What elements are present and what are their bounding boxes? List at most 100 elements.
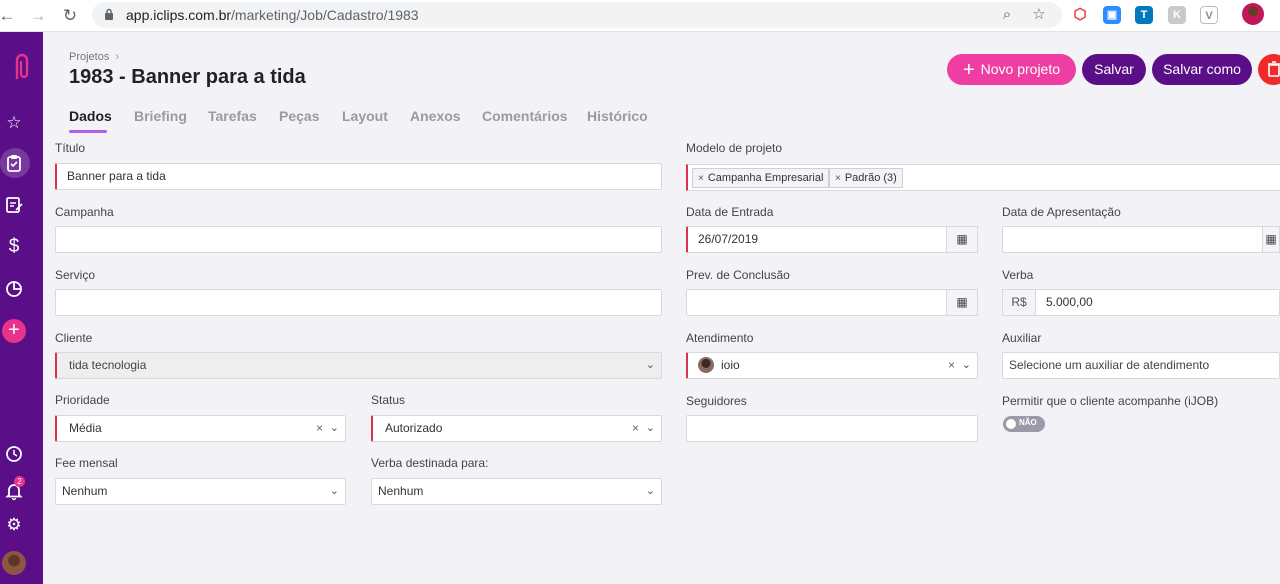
delete-button[interactable] [1258,54,1280,85]
fee-mensal-value: Nenhum [62,484,108,498]
tab-layout[interactable]: Layout [342,108,388,124]
iclips-logo[interactable] [7,52,35,82]
pie-chart-icon[interactable] [4,279,24,299]
bookmark-star-icon[interactable]: ☆ [1030,6,1048,24]
chevron-down-icon: ⌄ [961,359,971,371]
edit-icon[interactable] [4,195,24,215]
verba-label: Verba [1002,268,1034,282]
user-avatar [698,357,714,373]
calendar-icon[interactable]: ▦ [946,226,978,253]
data-apresentacao-input[interactable] [1002,226,1263,253]
toggle-label: NÃO [1019,418,1037,427]
tab-historico[interactable]: Histórico [587,108,648,124]
add-icon[interactable]: + [2,319,26,343]
data-entrada-label: Data de Entrada [686,205,774,219]
seguidores-input[interactable] [686,415,978,442]
toggle-knob [1006,419,1016,429]
modelo-label: Modelo de projeto [686,141,783,155]
shield-extension-icon[interactable]: V [1200,6,1218,24]
trello-extension-icon[interactable]: T [1135,6,1153,24]
save-as-button[interactable]: Salvar como [1152,54,1252,85]
verba-destinada-label: Verba destinada para: [371,456,489,470]
auxiliar-select[interactable]: Selecione um auxiliar de atendimento [1002,352,1280,379]
fee-mensal-label: Fee mensal [55,456,118,470]
calendar-icon[interactable]: ▦ [1262,226,1280,253]
plus-icon: + [962,59,975,81]
dollar-icon[interactable]: $ [4,237,24,257]
clear-icon[interactable]: × [316,416,323,441]
tab-briefing[interactable]: Briefing [134,108,187,124]
clipboard-icon[interactable] [4,153,24,173]
cliente-label: Cliente [55,331,93,345]
tab-tarefas[interactable]: Tarefas [208,108,257,124]
chevron-down-icon: ⌄ [645,485,655,497]
modelo-tag-input[interactable]: × Campanha Empresarial × Padrão (3) [686,164,1280,191]
verba-destinada-select[interactable]: Nenhum ⌄ [371,478,662,505]
breadcrumb[interactable]: Projetos › [69,51,119,63]
clock-icon[interactable] [4,444,24,464]
active-tab-underline [69,130,107,133]
calendar-icon[interactable]: ▦ [946,289,978,316]
forward-arrow-icon[interactable]: → [28,6,48,26]
permitir-toggle[interactable]: NÃO [1003,416,1045,432]
permitir-label: Permitir que o cliente acompanhe (iJOB) [1002,394,1219,408]
cliente-value: tida tecnologia [69,358,147,372]
trash-icon [1267,61,1280,77]
servico-label: Serviço [55,268,96,282]
notification-badge: 2 [14,476,25,487]
campanha-input[interactable] [55,226,662,253]
servico-input[interactable] [55,289,662,316]
chevron-down-icon: ⌄ [645,422,655,434]
lock-icon [105,8,113,20]
k-extension-icon[interactable]: K [1168,6,1186,24]
user-avatar[interactable] [2,551,26,575]
remove-tag-icon[interactable]: × [698,173,704,184]
atendimento-select[interactable]: ioio × ⌄ [686,352,978,379]
tab-pecas[interactable]: Peças [279,108,319,124]
atendimento-label: Atendimento [686,331,754,345]
prioridade-select[interactable]: Média × ⌄ [55,415,346,442]
browser-toolbar: ← → ↻ app.iclips.com.br/marketing/Job/Ca… [0,0,1280,32]
remove-tag-icon[interactable]: × [835,173,841,184]
data-apresentacao-label: Data de Apresentação [1002,205,1121,219]
currency-addon: R$ [1002,289,1036,316]
clear-icon[interactable]: × [632,416,639,441]
save-button[interactable]: Salvar [1082,54,1146,85]
titulo-input[interactable]: Banner para a tida [55,163,662,190]
prev-conclusao-input[interactable] [686,289,947,316]
tab-comentarios[interactable]: Comentários [482,108,568,124]
gear-icon[interactable]: ⚙ [4,515,24,535]
seguidores-label: Seguidores [686,394,747,408]
modelo-tag[interactable]: × Padrão (3) [829,168,903,188]
auxiliar-label: Auxiliar [1002,331,1042,345]
tab-anexos[interactable]: Anexos [410,108,461,124]
zoom-extension-icon[interactable]: ▣ [1103,6,1121,24]
verba-input[interactable]: 5.000,00 [1035,289,1280,316]
status-select[interactable]: Autorizado × ⌄ [371,415,662,442]
address-bar[interactable]: app.iclips.com.br/marketing/Job/Cadastro… [92,2,1062,28]
chevron-right-icon: › [115,51,120,63]
tab-dados[interactable]: Dados [69,108,112,124]
clear-icon[interactable]: × [948,353,955,378]
status-label: Status [371,393,406,407]
back-arrow-icon[interactable]: ← [0,6,17,26]
zoom-icon[interactable]: ⌕ [998,6,1016,24]
atendimento-value: ioio [721,358,740,372]
data-entrada-input[interactable]: 26/07/2019 [686,226,947,253]
verba-destinada-value: Nenhum [378,484,424,498]
extension-icon[interactable]: ⬡ [1071,6,1089,24]
cliente-select[interactable]: tida tecnologia ⌄ [55,352,662,379]
main-content: Projetos › 1983 - Banner para a tida + Nov… [43,32,1280,584]
page-title: 1983 - Banner para a tida [69,66,306,88]
star-icon[interactable]: ☆ [4,113,24,133]
modelo-tag[interactable]: × Campanha Empresarial [692,168,830,188]
status-value: Autorizado [385,421,443,435]
tab-bar: Dados Briefing Tarefas Peças Layout Anex… [43,108,1280,133]
fee-mensal-select[interactable]: Nenhum ⌄ [55,478,346,505]
chevron-down-icon: ⌄ [645,359,655,371]
prioridade-label: Prioridade [55,393,110,407]
reload-icon[interactable]: ↻ [60,6,80,26]
chevron-down-icon: ⌄ [329,485,339,497]
profile-avatar[interactable] [1242,3,1264,25]
new-project-button[interactable]: + Novo projeto [947,54,1076,85]
